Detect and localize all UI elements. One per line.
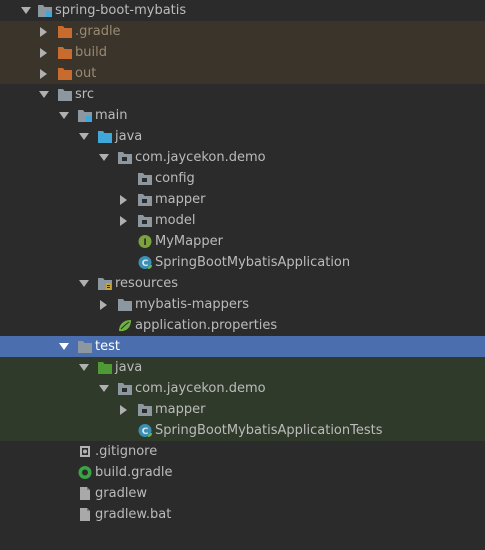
- tree-row-label: model: [155, 213, 196, 228]
- tree-row-label: java: [115, 129, 143, 144]
- tree-row-mybatis-mappers-folder[interactable]: mybatis-mappers: [0, 294, 485, 315]
- tree-row-mymapper-file[interactable]: I MyMapper: [0, 231, 485, 252]
- chevron-down-icon[interactable]: [38, 84, 50, 105]
- tree-row-label: SpringBootMybatisApplicationTests: [155, 423, 383, 438]
- spring-leaf-icon: [117, 318, 133, 333]
- tree-row-spring-boot-mybatis[interactable]: spring-boot-mybatis: [0, 0, 485, 21]
- tree-row-application-properties[interactable]: application.properties: [0, 315, 485, 336]
- tree-row-label: spring-boot-mybatis: [55, 3, 187, 18]
- tree-row-label: java: [115, 360, 143, 375]
- tree-row-test-mapper-package[interactable]: mapper: [0, 399, 485, 420]
- tree-row-label: gradlew: [95, 486, 148, 501]
- folder-resources-icon: [97, 276, 113, 291]
- tree-row-label: build: [75, 45, 107, 60]
- tree-row-label: src: [75, 87, 94, 102]
- tree-row-gradle-folder[interactable]: .gradle: [0, 21, 485, 42]
- chevron-right-icon[interactable]: [38, 21, 50, 42]
- tree-row-label: build.gradle: [95, 465, 173, 480]
- chevron-down-icon[interactable]: [98, 147, 110, 168]
- file-icon: [77, 486, 93, 501]
- tree-row-label: .gradle: [75, 24, 121, 39]
- chevron-down-icon[interactable]: [58, 105, 70, 126]
- tree-row-label: mapper: [155, 402, 206, 417]
- chevron-down-icon[interactable]: [78, 126, 90, 147]
- package-icon: [117, 150, 133, 165]
- tree-row-label: com.jaycekon.demo: [135, 381, 266, 396]
- folder-gray-icon: [57, 87, 73, 102]
- tree-row-label: .gitignore: [95, 444, 158, 459]
- chevron-right-icon[interactable]: [118, 189, 130, 210]
- spring-class-icon: C: [137, 255, 153, 270]
- tree-row-label: out: [75, 66, 97, 81]
- tree-row-package-demo[interactable]: com.jaycekon.demo: [0, 147, 485, 168]
- package-icon: [137, 402, 153, 417]
- tree-row-label: mapper: [155, 192, 206, 207]
- tree-row-gradlew-bat-file[interactable]: gradlew.bat: [0, 504, 485, 525]
- folder-module-icon: [77, 108, 93, 123]
- package-icon: [137, 192, 153, 207]
- chevron-right-icon[interactable]: [98, 294, 110, 315]
- folder-test-icon: [97, 360, 113, 375]
- chevron-down-icon[interactable]: [20, 0, 32, 21]
- spring-class-icon: C: [137, 423, 153, 438]
- package-icon: [137, 171, 153, 186]
- chevron-down-icon[interactable]: [58, 336, 70, 357]
- svg-text:C: C: [142, 427, 149, 437]
- tree-row-label: MyMapper: [155, 234, 223, 249]
- tree-row-label: resources: [115, 276, 179, 291]
- tree-row-label: mybatis-mappers: [135, 297, 249, 312]
- package-icon: [117, 381, 133, 396]
- folder-orange-icon: [57, 45, 73, 60]
- git-icon: [77, 444, 93, 459]
- tree-row-build-folder[interactable]: build: [0, 42, 485, 63]
- tree-row-src-folder[interactable]: src: [0, 84, 485, 105]
- tree-row-gitignore-file[interactable]: .gitignore: [0, 441, 485, 462]
- tree-row-java-folder[interactable]: java: [0, 126, 485, 147]
- chevron-down-icon[interactable]: [78, 273, 90, 294]
- tree-row-application-class[interactable]: C SpringBootMybatisApplication: [0, 252, 485, 273]
- tree-row-label: SpringBootMybatisApplication: [155, 255, 351, 270]
- folder-gray-icon: [77, 339, 93, 354]
- tree-row-label: test: [95, 339, 120, 354]
- chevron-down-icon[interactable]: [98, 378, 110, 399]
- package-icon: [137, 213, 153, 228]
- chevron-down-icon[interactable]: [78, 357, 90, 378]
- chevron-right-icon[interactable]: [38, 63, 50, 84]
- tree-row-model-package[interactable]: model: [0, 210, 485, 231]
- tree-row-label: main: [95, 108, 128, 123]
- tree-row-build-gradle-file[interactable]: build.gradle: [0, 462, 485, 483]
- folder-orange-icon: [57, 24, 73, 39]
- tree-row-resources-folder[interactable]: resources: [0, 273, 485, 294]
- folder-orange-icon: [57, 66, 73, 81]
- tree-row-test-java-folder[interactable]: java: [0, 357, 485, 378]
- tree-row-out-folder[interactable]: out: [0, 63, 485, 84]
- tree-row-main-folder[interactable]: main: [0, 105, 485, 126]
- folder-source-icon: [97, 129, 113, 144]
- tree-row-test-package-demo[interactable]: com.jaycekon.demo: [0, 378, 485, 399]
- tree-row-config-package[interactable]: config: [0, 168, 485, 189]
- tree-row-label: gradlew.bat: [95, 507, 172, 522]
- svg-text:C: C: [142, 259, 149, 269]
- gradle-icon: [77, 465, 93, 480]
- tree-row-label: config: [155, 171, 195, 186]
- interface-icon: I: [137, 234, 153, 249]
- folder-gray-icon: [117, 297, 133, 312]
- chevron-right-icon[interactable]: [38, 42, 50, 63]
- chevron-right-icon[interactable]: [118, 210, 130, 231]
- chevron-right-icon[interactable]: [118, 399, 130, 420]
- bottom-strip: [0, 529, 485, 548]
- tree-row-application-tests-class[interactable]: C SpringBootMybatisApplicationTests: [0, 420, 485, 441]
- project-tree: spring-boot-mybatis .gradle build out src mai…: [0, 0, 485, 546]
- project-folder-icon: [37, 3, 53, 18]
- tree-row-label: application.properties: [135, 318, 278, 333]
- tree-row-mapper-package[interactable]: mapper: [0, 189, 485, 210]
- tree-row-gradlew-file[interactable]: gradlew: [0, 483, 485, 504]
- tree-row-label: com.jaycekon.demo: [135, 150, 266, 165]
- tree-row-test-folder[interactable]: test: [0, 336, 485, 357]
- file-icon: [77, 507, 93, 522]
- svg-text:I: I: [143, 238, 146, 248]
